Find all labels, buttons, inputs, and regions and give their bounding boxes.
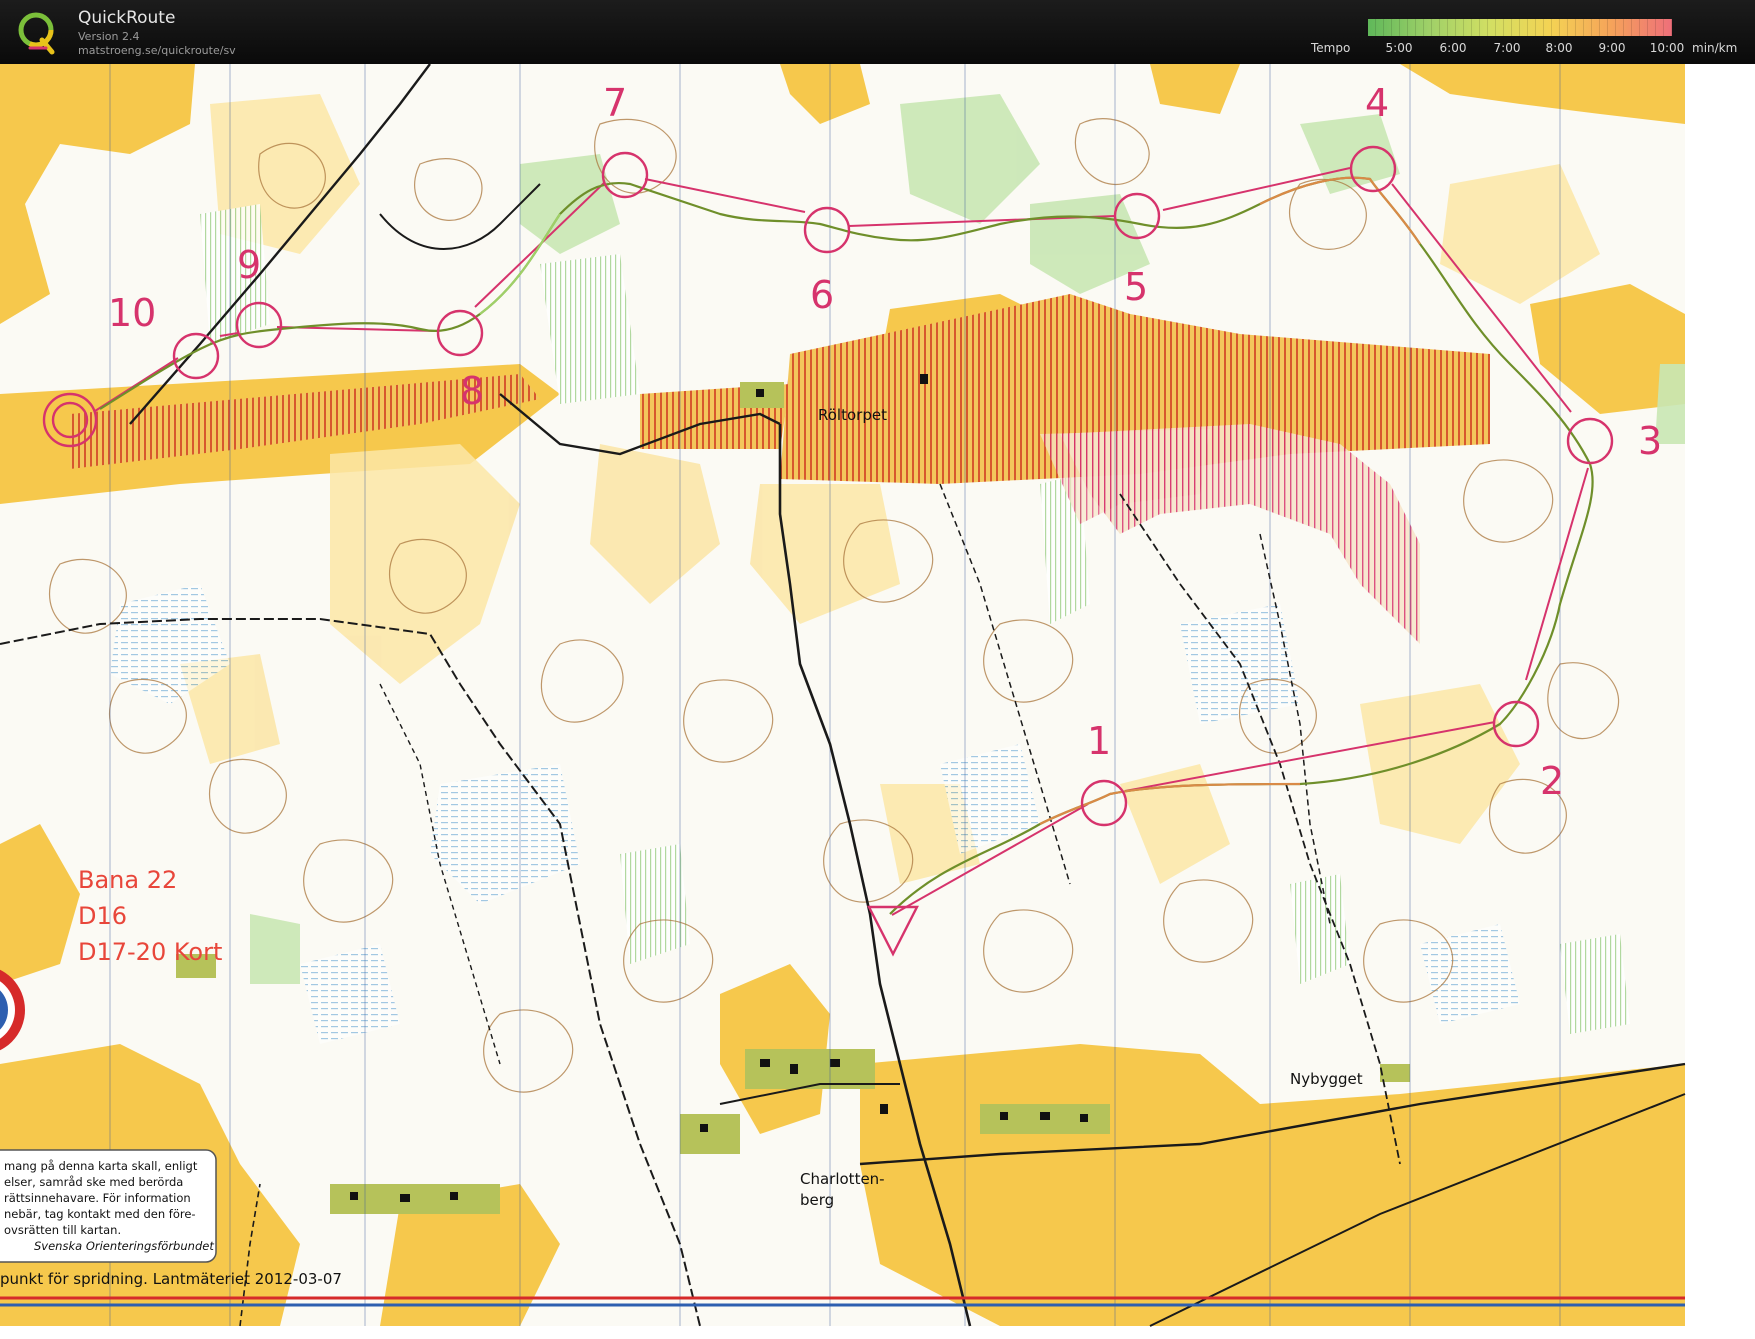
tempo-tick-label: 7:00 bbox=[1493, 41, 1521, 55]
control-number: 10 bbox=[108, 291, 156, 335]
map-margin bbox=[1685, 64, 1755, 1339]
place-name-nybygget: Nybygget bbox=[1290, 1070, 1363, 1088]
place-name-roltorpet: Röltorpet bbox=[818, 406, 887, 424]
tempo-tick-label: 9:00 bbox=[1598, 41, 1626, 55]
tempo-tick-label: 8:00 bbox=[1545, 41, 1573, 55]
place-name-charlottenberg-line2: berg bbox=[800, 1191, 834, 1209]
copyright-notice: mang på denna karta skall, enligt elser,… bbox=[0, 1149, 217, 1263]
course-class: D16 bbox=[78, 902, 127, 930]
control-number: 4 bbox=[1365, 81, 1389, 125]
control-number: 8 bbox=[460, 369, 484, 413]
control-number: 6 bbox=[810, 273, 834, 317]
control-number: 3 bbox=[1638, 419, 1662, 463]
app-version: Version 2.4 bbox=[78, 30, 140, 43]
app-header: QuickRoute Version 2.4 matstroeng.se/qui… bbox=[0, 0, 1755, 64]
quickroute-logo-icon bbox=[18, 12, 55, 55]
control-number: 1 bbox=[1087, 719, 1111, 763]
tempo-tick-label: 5:00 bbox=[1385, 41, 1413, 55]
tempo-tick-label: 6:00 bbox=[1439, 41, 1467, 55]
notice-line: elser, samråd ske med berörda bbox=[4, 1175, 183, 1189]
notice-line: rättsinnehavare. För information bbox=[4, 1191, 191, 1205]
app-url[interactable]: matstroeng.se/quickroute/sv bbox=[78, 44, 236, 57]
place-name-charlottenberg: Charlotten- bbox=[800, 1170, 885, 1188]
notice-line: ovsrätten till kartan. bbox=[4, 1223, 121, 1237]
tempo-color-scale bbox=[1368, 19, 1672, 36]
tempo-scale-segments bbox=[1368, 19, 1672, 36]
tempo-label: Tempo bbox=[1311, 41, 1351, 55]
orienteering-map[interactable]: 1 2 3 4 5 6 7 8 9 10 Röltorpet Nybygget … bbox=[0, 64, 1755, 1339]
control-number: 9 bbox=[237, 243, 261, 287]
control-number: 2 bbox=[1540, 759, 1564, 803]
control-number: 7 bbox=[603, 81, 627, 125]
notice-line: nebär, tag kontakt med den före- bbox=[4, 1207, 196, 1221]
map-footer-text: punkt för spridning. Lantmäteriet 2012-0… bbox=[0, 1270, 342, 1288]
app-title: QuickRoute bbox=[78, 8, 176, 28]
control-number: 5 bbox=[1124, 265, 1148, 309]
map-canvas[interactable]: 1 2 3 4 5 6 7 8 9 10 Röltorpet Nybygget … bbox=[0, 64, 1755, 1339]
notice-line: mang på denna karta skall, enligt bbox=[4, 1159, 198, 1173]
course-name: Bana 22 bbox=[78, 866, 177, 894]
tempo-unit: min/km bbox=[1692, 41, 1738, 55]
course-class-2: D17-20 Kort bbox=[78, 938, 222, 966]
tempo-tick-label: 10:00 bbox=[1649, 41, 1685, 55]
notice-signature: Svenska Orienteringsförbundet bbox=[34, 1239, 214, 1253]
